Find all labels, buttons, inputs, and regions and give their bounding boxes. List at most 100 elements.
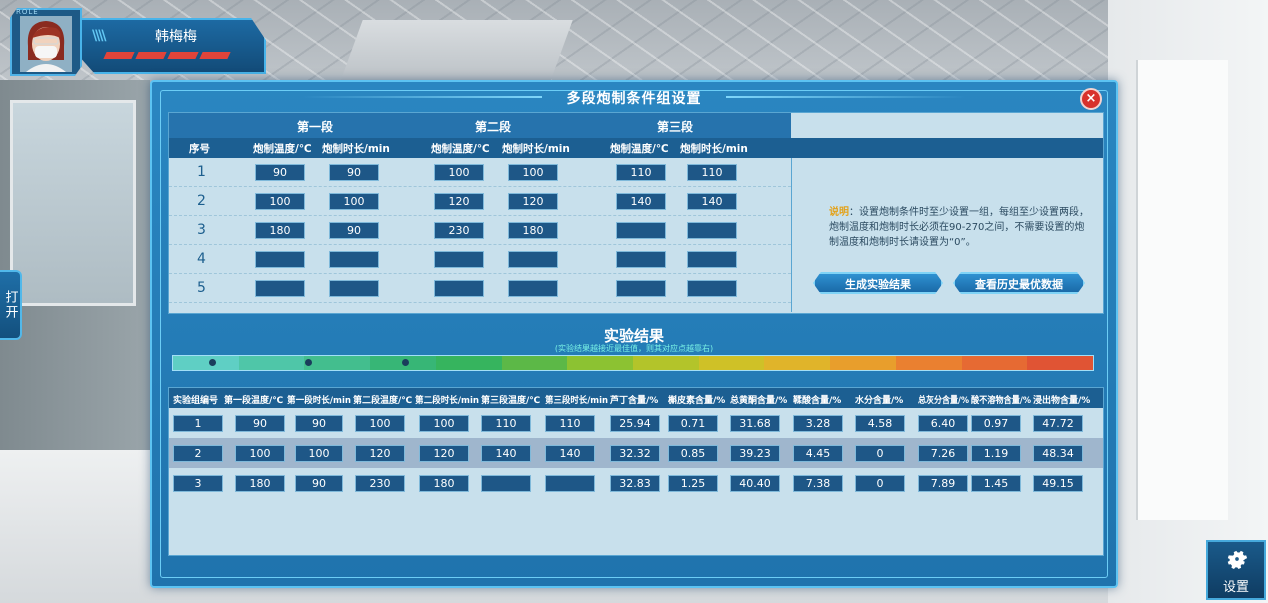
stage-1-time-input[interactable] [329,280,379,297]
stage-2-temp-input[interactable]: 120 [434,193,484,210]
results-cell: 180 [419,475,469,492]
stage-3-label: 第三段 [657,120,694,134]
results-cell: 1.19 [971,445,1021,462]
stage-2-temp-input[interactable]: 230 [434,222,484,239]
stage-1-time-input[interactable]: 90 [329,164,379,181]
stage-2-time-input[interactable]: 120 [508,193,558,210]
stage-3-time-input[interactable]: 110 [687,164,737,181]
results-cell: 3 [173,475,223,492]
results-cell: 1 [173,415,223,432]
results-cell: 32.32 [610,445,660,462]
stage-3-temp-input[interactable] [616,251,666,268]
gradient-segment [698,356,765,370]
avatar [20,16,72,72]
gradient-segment [633,356,699,370]
results-cell: 0.71 [668,415,718,432]
results-col-10: 鞣酸含量/% [793,396,842,406]
results-cell: 7.89 [918,475,968,492]
multi-stage-dialog: 多段炮制条件组设置 × 第一段 第二段 第三段 序号 炮制温度/℃ 炮制时长/m… [150,80,1118,588]
results-cell: 6.40 [918,415,968,432]
results-column-headers: 实验组编号 第一段温度/℃ 第一段时长/min 第二段温度/℃ 第二段时长/min 第三段… [169,388,1103,408]
stage-2-label: 第二段 [475,120,512,134]
results-col-12: 总灰分含量/% [918,396,969,406]
view-history-best-button[interactable]: 查看历史最优数据 [953,272,1085,294]
results-col-4: 第二段时长/min [415,396,479,406]
settings-button[interactable]: 设置 [1206,540,1266,600]
results-cell: 0 [855,445,905,462]
results-cell: 4.45 [793,445,843,462]
stage-2-time-input[interactable] [508,280,558,297]
result-marker-1 [208,359,216,366]
results-cell [481,475,531,492]
stage-1-time-input[interactable]: 90 [329,222,379,239]
stage-1-label: 第一段 [297,120,334,134]
result-marker-3 [402,359,409,366]
col-temp-2: 炮制温度/℃ [431,143,490,155]
close-button[interactable]: × [1080,88,1102,110]
stage-1-temp-input[interactable]: 100 [255,193,305,210]
stage-2-temp-input[interactable] [434,251,484,268]
results-cell: 7.26 [918,445,968,462]
col-time-2: 炮制时长/min [502,143,570,155]
gradient-segment [764,356,831,370]
stage-3-temp-input[interactable]: 140 [616,193,666,210]
stage-3-time-input[interactable] [687,251,737,268]
results-table: 实验组编号 第一段温度/℃ 第一段时长/min 第二段温度/℃ 第二段时长/min 第三段… [168,387,1104,556]
col-time-3: 炮制时长/min [680,143,748,155]
results-cell [545,475,595,492]
results-subtitle: (实验结果越接近最佳值，则其对应点越靠右) [554,344,714,353]
stage-1-time-input[interactable] [329,251,379,268]
stage-header-row: 第一段 第二段 第三段 [169,113,791,138]
col-index: 序号 [189,143,210,155]
note-key: 说明 [829,207,849,218]
results-col-9: 总黄酮含量/% [730,396,788,406]
generate-results-button[interactable]: 生成实验结果 [813,272,943,294]
col-temp-1: 炮制温度/℃ [253,143,312,155]
stage-1-temp-input[interactable]: 90 [255,164,305,181]
role-tag: ROLE [16,8,39,16]
results-cell: 120 [355,445,405,462]
stage-3-temp-input[interactable] [616,222,666,239]
stage-1-time-input[interactable]: 100 [329,193,379,210]
results-col-11: 水分含量/% [855,396,904,406]
stage-3-time-input[interactable]: 140 [687,193,737,210]
stage-3-temp-input[interactable]: 110 [616,164,666,181]
stage-3-temp-input[interactable] [616,280,666,297]
results-cell: 100 [355,415,405,432]
stage-2-time-input[interactable]: 180 [508,222,558,239]
results-cell: 120 [419,445,469,462]
scene-door [1136,60,1228,520]
stage-3-time-input[interactable] [687,222,737,239]
note-text: ：设置炮制条件时至少设置一组，每组至少设置两段，炮制温度和炮制时长必须在90-2… [829,207,1089,248]
stage-2-temp-input[interactable] [434,280,484,297]
stage-1-temp-input[interactable] [255,251,305,268]
results-cell: 140 [545,445,595,462]
open-side-tab[interactable]: 打开 [0,270,22,340]
results-cell: 7.38 [793,475,843,492]
results-row: 1 90 90 100 100 110 110 25.94 0.71 31.68 3.28 4.58 6… [169,408,1103,438]
row-index: 1 [197,164,206,180]
results-cell: 140 [481,445,531,462]
gradient-segment [1027,356,1094,370]
results-cell: 110 [481,415,531,432]
results-cell: 4.58 [855,415,905,432]
results-col-8: 槲皮素含量/% [668,396,726,406]
results-cell: 90 [295,415,343,432]
col-temp-3: 炮制温度/℃ [610,143,669,155]
stage-1-temp-input[interactable]: 180 [255,222,305,239]
condition-row: 4 [169,245,791,274]
results-col-0: 实验组编号 [173,396,219,406]
results-col-5: 第三段温度/℃ [481,396,541,406]
settings-label: 设置 [1222,580,1249,595]
condition-row: 2 100 100 120 120 140 140 [169,187,791,216]
stage-2-time-input[interactable] [508,251,558,268]
health-bar [103,52,231,59]
stage-2-time-input[interactable]: 100 [508,164,558,181]
results-col-13: 酸不溶物含量/% [971,396,1031,406]
stage-2-temp-input[interactable]: 100 [434,164,484,181]
name-plate-stripes: \\\\ [92,28,107,44]
stage-3-time-input[interactable] [687,280,737,297]
gradient-segment [173,356,239,370]
row-index: 5 [197,280,206,296]
stage-1-temp-input[interactable] [255,280,305,297]
